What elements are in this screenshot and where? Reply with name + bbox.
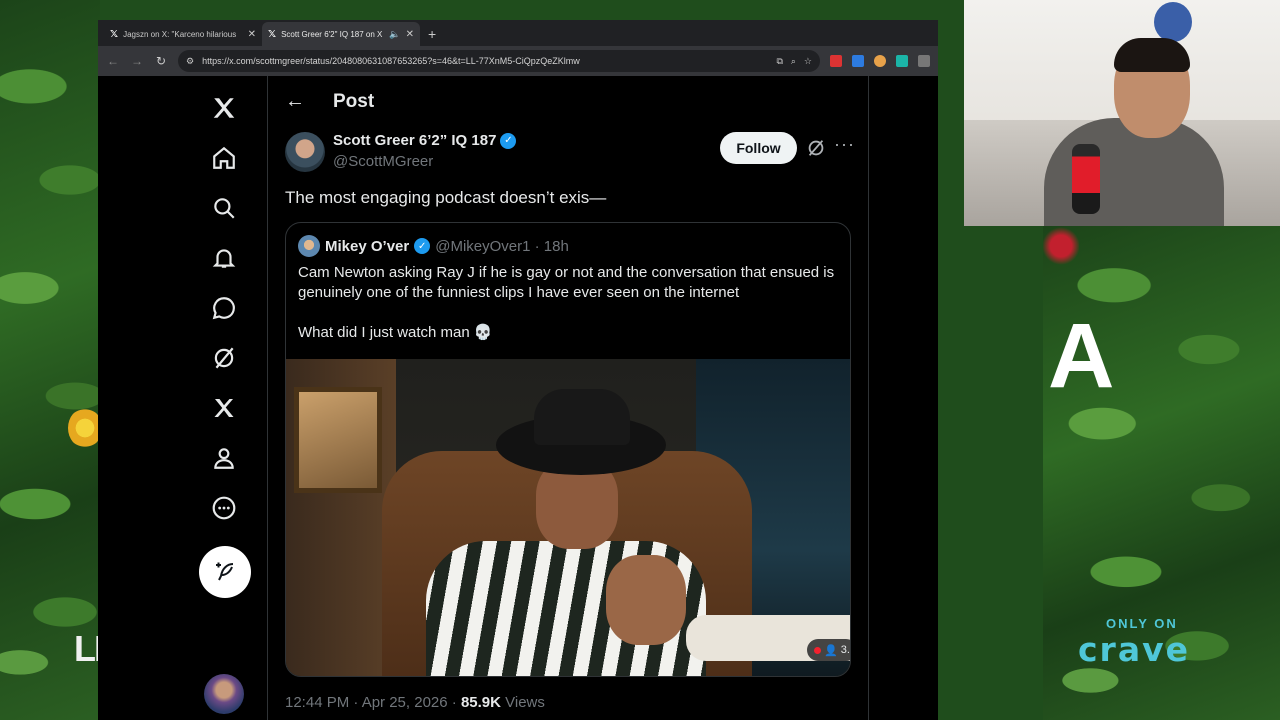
quote-video[interactable]: 👤 3. bbox=[286, 359, 850, 676]
tab-strip: 𝕏 Jagszn on X: "Karceno hilarious ✕ 𝕏 Sc… bbox=[98, 20, 938, 46]
messages-icon[interactable] bbox=[206, 290, 242, 326]
webcam-person-hair bbox=[1114, 38, 1190, 72]
feather-plus-icon bbox=[216, 562, 234, 581]
browser-window: 𝕏 Jagszn on X: "Karceno hilarious ✕ 𝕏 Sc… bbox=[98, 20, 938, 720]
tab-close-icon[interactable]: ✕ bbox=[406, 29, 414, 40]
webcam-microphone bbox=[1072, 144, 1100, 214]
tab-jagszn[interactable]: 𝕏 Jagszn on X: "Karceno hilarious ✕ bbox=[104, 22, 262, 46]
background-red-accent bbox=[1043, 226, 1079, 266]
forward-arrow-icon[interactable]: → bbox=[130, 54, 144, 68]
more-options-icon[interactable]: ··· bbox=[834, 134, 855, 155]
post-metadata: 12:44 PM · Apr 25, 2026 · 85.9K Views bbox=[285, 694, 545, 711]
tab-title: Jagszn on X: "Karceno hilarious bbox=[123, 29, 237, 39]
reload-icon[interactable]: ↻ bbox=[154, 54, 168, 68]
views-count: 85.9K bbox=[460, 694, 501, 711]
crave-logo: crave bbox=[1078, 630, 1190, 669]
speaker-icon[interactable]: 🔈 bbox=[389, 29, 400, 40]
x-favicon-icon: 𝕏 bbox=[268, 28, 277, 40]
tab-close-icon[interactable]: ✕ bbox=[248, 29, 256, 40]
page-title: Post bbox=[333, 90, 375, 112]
account-avatar[interactable] bbox=[204, 674, 244, 714]
quoted-post[interactable]: Mikey O’ver ✓ @MikeyOver1 · 18h Cam Newt… bbox=[285, 222, 851, 677]
url-field[interactable]: ⚙ https://x.com/scottmgreer/status/20480… bbox=[178, 50, 820, 72]
back-arrow-icon[interactable]: ← bbox=[285, 90, 307, 113]
zoom-icon[interactable]: ⌕ bbox=[791, 56, 796, 67]
author-avatar[interactable] bbox=[285, 132, 325, 172]
extension-orange-icon[interactable] bbox=[874, 55, 886, 67]
more-options-icon[interactable] bbox=[206, 490, 242, 526]
notifications-bell-icon[interactable] bbox=[206, 240, 242, 276]
left-navigation bbox=[98, 76, 268, 720]
post-column: ← Post Scott Greer 6’2” IQ 187 ✓ @ScottM… bbox=[269, 76, 869, 720]
tab-title: Scott Greer 6'2" IQ 187 on X bbox=[281, 29, 383, 39]
flower-decoration bbox=[68, 408, 102, 448]
video-badge-count: 3. bbox=[840, 644, 850, 656]
quote-header: Mikey O’ver ✓ @MikeyOver1 · 18h bbox=[298, 235, 569, 257]
x-app: ← Post Scott Greer 6’2” IQ 187 ✓ @ScottM… bbox=[98, 76, 938, 720]
video-scene-hand bbox=[606, 555, 686, 645]
extension-blue-icon[interactable] bbox=[852, 55, 864, 67]
live-dot-icon bbox=[814, 646, 822, 654]
quote-author-avatar[interactable] bbox=[298, 235, 320, 257]
video-scene-hat-crown bbox=[534, 389, 630, 445]
views-label: Views bbox=[500, 694, 545, 711]
grok-explain-icon[interactable] bbox=[805, 137, 827, 159]
crave-tagline: ONLY ON bbox=[1106, 616, 1178, 631]
new-tab-icon[interactable]: + bbox=[428, 26, 436, 42]
author-name-text: Scott Greer 6’2” IQ 187 bbox=[333, 132, 497, 149]
bookmark-star-icon[interactable]: ☆ bbox=[804, 56, 812, 67]
person-icon: 👤 bbox=[824, 644, 838, 657]
profile-icon[interactable] bbox=[206, 440, 242, 476]
overlay-right-letter: A bbox=[1048, 305, 1115, 407]
author-handle[interactable]: @ScottMGreer bbox=[333, 153, 433, 170]
post-header: ← Post bbox=[285, 90, 374, 113]
premium-x-icon[interactable] bbox=[206, 390, 242, 426]
url-text: https://x.com/scottmgreer/status/2048080… bbox=[202, 56, 580, 66]
extension-teal-icon[interactable] bbox=[896, 55, 908, 67]
webcam-hat-object bbox=[1154, 2, 1192, 42]
background-foliage-left bbox=[0, 0, 100, 720]
quote-author-name[interactable]: Mikey O’ver bbox=[325, 238, 409, 255]
post-text: The most engaging podcast doesn’t exis— bbox=[285, 188, 607, 207]
extensions-puzzle-icon[interactable] bbox=[918, 55, 930, 67]
webcam-overlay bbox=[964, 0, 1280, 226]
quote-text-second: What did I just watch man 💀 bbox=[298, 324, 493, 341]
extension-red-icon[interactable] bbox=[830, 55, 842, 67]
post-timestamp[interactable]: 12:44 PM · Apr 25, 2026 · bbox=[285, 694, 461, 711]
tab-scott-greer[interactable]: 𝕏 Scott Greer 6'2" IQ 187 on X 🔈 ✕ bbox=[262, 22, 420, 46]
verified-badge-icon: ✓ bbox=[500, 132, 517, 149]
follow-button[interactable]: Follow bbox=[720, 132, 797, 164]
compose-post-button[interactable] bbox=[199, 546, 251, 598]
home-icon[interactable] bbox=[206, 140, 242, 176]
x-logo-icon[interactable] bbox=[206, 90, 242, 126]
search-icon[interactable] bbox=[206, 190, 242, 226]
back-arrow-icon[interactable]: ← bbox=[106, 54, 120, 68]
video-scene-painting bbox=[294, 387, 382, 493]
x-favicon-icon: 𝕏 bbox=[110, 28, 119, 40]
install-icon[interactable]: ⧉ bbox=[776, 56, 782, 67]
address-bar-row: ← → ↻ ⚙ https://x.com/scottmgreer/status… bbox=[98, 46, 938, 76]
quote-author-handle: @MikeyOver1 · 18h bbox=[435, 237, 569, 255]
author-name[interactable]: Scott Greer 6’2” IQ 187 ✓ bbox=[333, 132, 517, 149]
quote-text: Cam Newton asking Ray J if he is gay or … bbox=[298, 264, 835, 301]
verified-badge-icon: ✓ bbox=[414, 238, 431, 254]
grok-icon[interactable] bbox=[206, 340, 242, 376]
site-info-icon[interactable]: ⚙ bbox=[186, 56, 194, 67]
video-live-badge: 👤 3. bbox=[807, 639, 850, 661]
